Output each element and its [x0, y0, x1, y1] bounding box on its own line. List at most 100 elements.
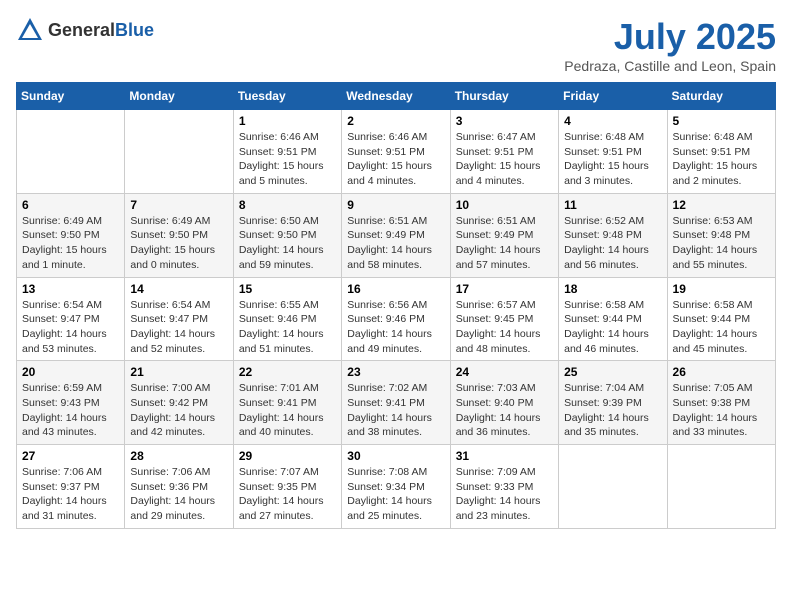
calendar-cell: 10 Sunrise: 6:51 AM Sunset: 9:49 PM Dayli… [450, 193, 558, 277]
day-info: Sunrise: 6:49 AM Sunset: 9:50 PM Dayligh… [22, 214, 119, 273]
week-row-1: 1 Sunrise: 6:46 AM Sunset: 9:51 PM Daylig… [17, 110, 776, 194]
day-number: 10 [456, 198, 553, 212]
weekday-header-sunday: Sunday [17, 83, 125, 110]
title-area: July 2025 Pedraza, Castille and Leon, Sp… [564, 16, 776, 74]
logo-general: General [48, 20, 115, 40]
day-number: 26 [673, 365, 770, 379]
week-row-2: 6 Sunrise: 6:49 AM Sunset: 9:50 PM Daylig… [17, 193, 776, 277]
calendar-table: SundayMondayTuesdayWednesdayThursdayFrid… [16, 82, 776, 529]
day-number: 11 [564, 198, 661, 212]
day-number: 19 [673, 282, 770, 296]
week-row-4: 20 Sunrise: 6:59 AM Sunset: 9:43 PM Dayli… [17, 361, 776, 445]
day-number: 27 [22, 449, 119, 463]
calendar-cell: 7 Sunrise: 6:49 AM Sunset: 9:50 PM Daylig… [125, 193, 233, 277]
day-info: Sunrise: 6:59 AM Sunset: 9:43 PM Dayligh… [22, 381, 119, 440]
weekday-header-thursday: Thursday [450, 83, 558, 110]
day-info: Sunrise: 6:46 AM Sunset: 9:51 PM Dayligh… [239, 130, 336, 189]
day-number: 6 [22, 198, 119, 212]
day-info: Sunrise: 7:09 AM Sunset: 9:33 PM Dayligh… [456, 465, 553, 524]
weekday-header-friday: Friday [559, 83, 667, 110]
calendar-cell [17, 110, 125, 194]
day-number: 20 [22, 365, 119, 379]
day-number: 31 [456, 449, 553, 463]
calendar-cell: 6 Sunrise: 6:49 AM Sunset: 9:50 PM Daylig… [17, 193, 125, 277]
day-info: Sunrise: 6:58 AM Sunset: 9:44 PM Dayligh… [673, 298, 770, 357]
calendar-cell [125, 110, 233, 194]
day-info: Sunrise: 6:48 AM Sunset: 9:51 PM Dayligh… [673, 130, 770, 189]
calendar-cell: 30 Sunrise: 7:08 AM Sunset: 9:34 PM Dayli… [342, 445, 450, 529]
day-number: 15 [239, 282, 336, 296]
day-number: 16 [347, 282, 444, 296]
calendar-cell: 25 Sunrise: 7:04 AM Sunset: 9:39 PM Dayli… [559, 361, 667, 445]
day-number: 1 [239, 114, 336, 128]
calendar-cell: 21Sunrise: 7:00 AM Sunset: 9:42 PM Dayli… [125, 361, 233, 445]
day-number: 9 [347, 198, 444, 212]
calendar-cell: 4 Sunrise: 6:48 AM Sunset: 9:51 PM Daylig… [559, 110, 667, 194]
day-info: Sunrise: 7:08 AM Sunset: 9:34 PM Dayligh… [347, 465, 444, 524]
calendar-cell: 12Sunrise: 6:53 AM Sunset: 9:48 PM Dayli… [667, 193, 775, 277]
day-info: Sunrise: 7:03 AM Sunset: 9:40 PM Dayligh… [456, 381, 553, 440]
weekday-header-tuesday: Tuesday [233, 83, 341, 110]
calendar-cell: 16 Sunrise: 6:56 AM Sunset: 9:46 PM Dayli… [342, 277, 450, 361]
week-row-5: 27 Sunrise: 7:06 AM Sunset: 9:37 PM Dayli… [17, 445, 776, 529]
day-info: Sunrise: 6:51 AM Sunset: 9:49 PM Dayligh… [456, 214, 553, 273]
day-info: Sunrise: 6:55 AM Sunset: 9:46 PM Dayligh… [239, 298, 336, 357]
calendar-cell: 29Sunrise: 7:07 AM Sunset: 9:35 PM Dayli… [233, 445, 341, 529]
calendar-cell: 31 Sunrise: 7:09 AM Sunset: 9:33 PM Dayli… [450, 445, 558, 529]
weekday-header-monday: Monday [125, 83, 233, 110]
day-info: Sunrise: 7:06 AM Sunset: 9:37 PM Dayligh… [22, 465, 119, 524]
calendar-cell: 15 Sunrise: 6:55 AM Sunset: 9:46 PM Dayli… [233, 277, 341, 361]
day-info: Sunrise: 6:47 AM Sunset: 9:51 PM Dayligh… [456, 130, 553, 189]
calendar-cell: 18Sunrise: 6:58 AM Sunset: 9:44 PM Dayli… [559, 277, 667, 361]
calendar-cell: 27 Sunrise: 7:06 AM Sunset: 9:37 PM Dayli… [17, 445, 125, 529]
day-number: 2 [347, 114, 444, 128]
day-number: 25 [564, 365, 661, 379]
day-info: Sunrise: 6:51 AM Sunset: 9:49 PM Dayligh… [347, 214, 444, 273]
day-info: Sunrise: 7:06 AM Sunset: 9:36 PM Dayligh… [130, 465, 227, 524]
calendar-cell [559, 445, 667, 529]
day-number: 23 [347, 365, 444, 379]
day-info: Sunrise: 7:07 AM Sunset: 9:35 PM Dayligh… [239, 465, 336, 524]
day-number: 30 [347, 449, 444, 463]
day-info: Sunrise: 6:54 AM Sunset: 9:47 PM Dayligh… [130, 298, 227, 357]
day-number: 28 [130, 449, 227, 463]
day-number: 5 [673, 114, 770, 128]
weekday-header-saturday: Saturday [667, 83, 775, 110]
day-number: 14 [130, 282, 227, 296]
day-number: 12 [673, 198, 770, 212]
calendar-cell: 20 Sunrise: 6:59 AM Sunset: 9:43 PM Dayli… [17, 361, 125, 445]
page-header: GeneralBlue July 2025 Pedraza, Castille … [16, 16, 776, 74]
day-info: Sunrise: 6:48 AM Sunset: 9:51 PM Dayligh… [564, 130, 661, 189]
day-info: Sunrise: 7:00 AM Sunset: 9:42 PM Dayligh… [130, 381, 227, 440]
day-info: Sunrise: 7:01 AM Sunset: 9:41 PM Dayligh… [239, 381, 336, 440]
day-info: Sunrise: 6:52 AM Sunset: 9:48 PM Dayligh… [564, 214, 661, 273]
calendar-cell: 28 Sunrise: 7:06 AM Sunset: 9:36 PM Dayli… [125, 445, 233, 529]
weekday-header-wednesday: Wednesday [342, 83, 450, 110]
day-number: 8 [239, 198, 336, 212]
calendar-cell: 26 Sunrise: 7:05 AM Sunset: 9:38 PM Dayli… [667, 361, 775, 445]
calendar-cell [667, 445, 775, 529]
day-number: 3 [456, 114, 553, 128]
day-info: Sunrise: 7:05 AM Sunset: 9:38 PM Dayligh… [673, 381, 770, 440]
day-info: Sunrise: 6:57 AM Sunset: 9:45 PM Dayligh… [456, 298, 553, 357]
calendar-cell: 23 Sunrise: 7:02 AM Sunset: 9:41 PM Dayli… [342, 361, 450, 445]
location-subtitle: Pedraza, Castille and Leon, Spain [564, 58, 776, 74]
day-number: 17 [456, 282, 553, 296]
day-info: Sunrise: 6:49 AM Sunset: 9:50 PM Dayligh… [130, 214, 227, 273]
calendar-cell: 1 Sunrise: 6:46 AM Sunset: 9:51 PM Daylig… [233, 110, 341, 194]
calendar-cell: 13Sunrise: 6:54 AM Sunset: 9:47 PM Dayli… [17, 277, 125, 361]
day-info: Sunrise: 6:50 AM Sunset: 9:50 PM Dayligh… [239, 214, 336, 273]
day-info: Sunrise: 6:54 AM Sunset: 9:47 PM Dayligh… [22, 298, 119, 357]
week-row-3: 13Sunrise: 6:54 AM Sunset: 9:47 PM Dayli… [17, 277, 776, 361]
day-number: 4 [564, 114, 661, 128]
day-info: Sunrise: 7:02 AM Sunset: 9:41 PM Dayligh… [347, 381, 444, 440]
day-info: Sunrise: 6:56 AM Sunset: 9:46 PM Dayligh… [347, 298, 444, 357]
calendar-cell: 8 Sunrise: 6:50 AM Sunset: 9:50 PM Daylig… [233, 193, 341, 277]
calendar-cell: 17 Sunrise: 6:57 AM Sunset: 9:45 PM Dayli… [450, 277, 558, 361]
calendar-cell: 19 Sunrise: 6:58 AM Sunset: 9:44 PM Dayli… [667, 277, 775, 361]
logo-blue: Blue [115, 20, 154, 40]
day-info: Sunrise: 6:46 AM Sunset: 9:51 PM Dayligh… [347, 130, 444, 189]
day-number: 7 [130, 198, 227, 212]
day-info: Sunrise: 7:04 AM Sunset: 9:39 PM Dayligh… [564, 381, 661, 440]
day-number: 24 [456, 365, 553, 379]
